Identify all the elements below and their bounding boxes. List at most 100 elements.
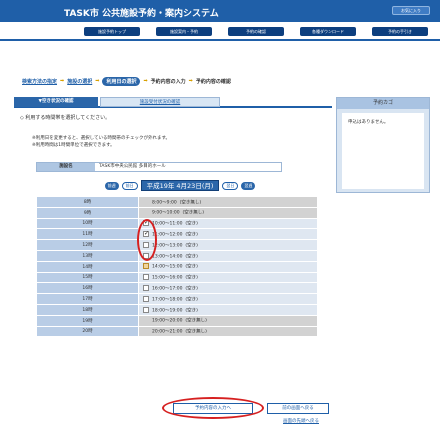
time-slot-row: 18時 18:00〜19:00 (空き) bbox=[36, 303, 318, 316]
prev-week-button[interactable]: 前週 bbox=[104, 181, 119, 190]
main-nav: 施設予約トップ 施設案内・予約 予約の確認 各種ダウンロード 予約の手引き bbox=[0, 22, 440, 41]
slot-cell: 13:00〜14:00 (空き) bbox=[138, 249, 318, 262]
time-slot-row: 14時 14:00〜15:00 (空き) bbox=[36, 260, 318, 273]
slot-range: 18:00〜19:00 bbox=[152, 308, 183, 314]
slot-cell: 18:00〜19:00 (空き) bbox=[138, 303, 318, 316]
time-slot-row: 8時 8:00〜9:00 (空き無し) bbox=[36, 196, 318, 208]
slot-cell: 8:00〜9:00 (空き無し) bbox=[138, 196, 318, 208]
slot-range: 20:00〜21:00 bbox=[152, 329, 183, 335]
time-slot-row: 11時11:00〜12:00 (空き) bbox=[36, 228, 318, 241]
facility-name: TASK市中央公民館 多目的ホール bbox=[95, 163, 281, 171]
slot-range: 19:00〜20:00 bbox=[152, 318, 183, 324]
step-confirm: 予約内容の確認 bbox=[195, 78, 231, 85]
slot-checkbox[interactable] bbox=[143, 295, 149, 302]
slot-range: 15:00〜16:00 bbox=[152, 275, 183, 281]
slot-range: 17:00〜18:00 bbox=[152, 297, 183, 303]
slot-cell: 15:00〜16:00 (空き) bbox=[138, 271, 318, 284]
slot-hour: 14時 bbox=[36, 260, 139, 273]
date-navigator: 前週 前日 平成19年 4月23日(月) 翌日 翌週 bbox=[60, 180, 300, 191]
arrow-right-icon: ➡ bbox=[143, 78, 148, 84]
notes: ※利用日を変更すると、選択している時間帯のチェックが外れます。 ※利用時間は1時… bbox=[32, 135, 170, 149]
time-slot-row: 13時 13:00〜14:00 (空き) bbox=[36, 249, 318, 262]
nav-item-confirm[interactable]: 予約の確認 bbox=[228, 27, 284, 36]
slot-range: 13:00〜14:00 bbox=[152, 254, 183, 260]
nav-item-download[interactable]: 各種ダウンロード bbox=[300, 27, 356, 36]
nav-item-facility[interactable]: 施設案内・予約 bbox=[156, 27, 212, 36]
slot-hour: 8時 bbox=[36, 196, 139, 208]
slot-status: (空き) bbox=[185, 286, 198, 292]
slot-cell: 12:00〜13:00 (空き) bbox=[138, 239, 318, 251]
slot-status: (空き) bbox=[185, 221, 198, 227]
instruction-text: ◇ 利用する時間帯を選択してください。 bbox=[20, 115, 111, 121]
note-line: ※利用日を変更すると、選択している時間帯のチェックが外れます。 bbox=[32, 136, 171, 141]
nav-item-top[interactable]: 施設予約トップ bbox=[84, 27, 140, 36]
slot-status: (空き無し) bbox=[185, 329, 207, 335]
breadcrumb: 検索方法の指定 ➡ 施設の選択 ➡ 利用日の選択 ➡ 予約内容の入力 ➡ 予約内… bbox=[22, 76, 231, 86]
slot-cell: 19:00〜20:00 (空き無し) bbox=[138, 314, 318, 327]
slot-status: (空き無し) bbox=[179, 200, 202, 206]
step-search-method[interactable]: 検索方法の指定 bbox=[22, 78, 57, 85]
slot-hour: 18時 bbox=[36, 303, 139, 316]
current-date[interactable]: 平成19年 4月23日(月) bbox=[140, 180, 220, 191]
cart-title: 予約カゴ bbox=[337, 98, 429, 109]
slot-hour: 9時 bbox=[36, 206, 139, 219]
slot-range: 14:00〜15:00 bbox=[152, 264, 183, 270]
view-tabs: ▼空き状況の確認 施設受付状況の確認 bbox=[14, 97, 332, 108]
slot-status: (空き) bbox=[185, 308, 198, 314]
slot-hour: 11時 bbox=[36, 228, 139, 241]
arrow-right-icon: ➡ bbox=[95, 78, 100, 84]
highlight-circle bbox=[162, 397, 264, 419]
note-line: ※利用時間は1時間単位で選択できます。 bbox=[32, 143, 115, 148]
slot-status: (空き) bbox=[185, 264, 198, 270]
facility-label: 施設名 bbox=[37, 163, 95, 171]
slot-status: (空き無し) bbox=[182, 210, 204, 216]
slot-range: 8:00〜9:00 bbox=[152, 200, 177, 206]
prev-day-button[interactable]: 前日 bbox=[121, 181, 138, 190]
slot-status: (空き) bbox=[185, 275, 198, 281]
facility-row: 施設名 TASK市中央公民館 多目的ホール bbox=[36, 162, 282, 172]
slot-hour: 19時 bbox=[36, 314, 139, 327]
slot-checkbox[interactable] bbox=[143, 263, 149, 270]
highlight-circle bbox=[137, 219, 157, 261]
slot-hour: 13時 bbox=[36, 249, 139, 262]
slot-checkbox[interactable] bbox=[143, 285, 149, 292]
step-input: 予約内容の入力 bbox=[150, 78, 186, 85]
back-button[interactable]: 前の画面へ戻る bbox=[267, 403, 329, 414]
next-day-button[interactable]: 翌日 bbox=[222, 181, 239, 190]
slot-range: 10:00〜11:00 bbox=[152, 221, 183, 227]
slot-cell: 10:00〜11:00 (空き) bbox=[138, 217, 318, 230]
time-slot-row: 10時10:00〜11:00 (空き) bbox=[36, 217, 318, 230]
slot-checkbox[interactable] bbox=[143, 274, 149, 281]
time-slot-row: 16時 16:00〜17:00 (空き) bbox=[36, 282, 318, 295]
time-slot-row: 9時 9:00〜10:00 (空き無し) bbox=[36, 206, 318, 219]
slot-status: (空き) bbox=[185, 254, 198, 260]
slot-cell: 20:00〜21:00 (空き無し) bbox=[138, 325, 318, 338]
slot-hour: 15時 bbox=[36, 271, 139, 284]
time-slot-row: 12時 12:00〜13:00 (空き) bbox=[36, 239, 318, 251]
slot-hour: 20時 bbox=[36, 325, 139, 338]
favorites-button[interactable]: お気に入り bbox=[392, 6, 430, 15]
slot-status: (空き) bbox=[185, 243, 198, 249]
cart-body: 申込はありません。 bbox=[342, 113, 424, 189]
slot-range: 16:00〜17:00 bbox=[152, 286, 183, 292]
slot-hour: 16時 bbox=[36, 282, 139, 295]
app-header: TASK市 公共施設予約・案内システム お気に入り bbox=[0, 0, 440, 22]
nav-item-guide[interactable]: 予約の手引き bbox=[372, 27, 428, 36]
slot-hour: 10時 bbox=[36, 217, 139, 230]
cart-empty-text: 申込はありません。 bbox=[348, 120, 389, 125]
next-week-button[interactable]: 翌週 bbox=[241, 181, 256, 190]
back-to-top-link[interactable]: 画面の先頭へ戻る bbox=[283, 418, 319, 424]
slot-range: 9:00〜10:00 bbox=[152, 210, 180, 216]
time-slot-row: 15時 15:00〜16:00 (空き) bbox=[36, 271, 318, 284]
slot-cell: 14:00〜15:00 (空き) bbox=[138, 260, 318, 273]
tab-reception-status[interactable]: 施設受付状況の確認 bbox=[100, 97, 220, 107]
tab-availability[interactable]: ▼空き状況の確認 bbox=[14, 97, 98, 107]
time-slot-table: 8時 8:00〜9:00 (空き無し) 9時 9:00〜10:00 (空き無し) 10時… bbox=[36, 196, 318, 338]
arrow-right-icon: ➡ bbox=[188, 78, 193, 84]
slot-status: (空き) bbox=[185, 297, 198, 303]
arrow-right-icon: ➡ bbox=[60, 78, 65, 84]
step-facility-select[interactable]: 施設の選択 bbox=[67, 78, 92, 85]
app-title: TASK市 公共施設予約・案内システム bbox=[64, 9, 219, 19]
slot-checkbox[interactable] bbox=[143, 306, 149, 313]
time-slot-row: 19時 19:00〜20:00 (空き無し) bbox=[36, 314, 318, 327]
